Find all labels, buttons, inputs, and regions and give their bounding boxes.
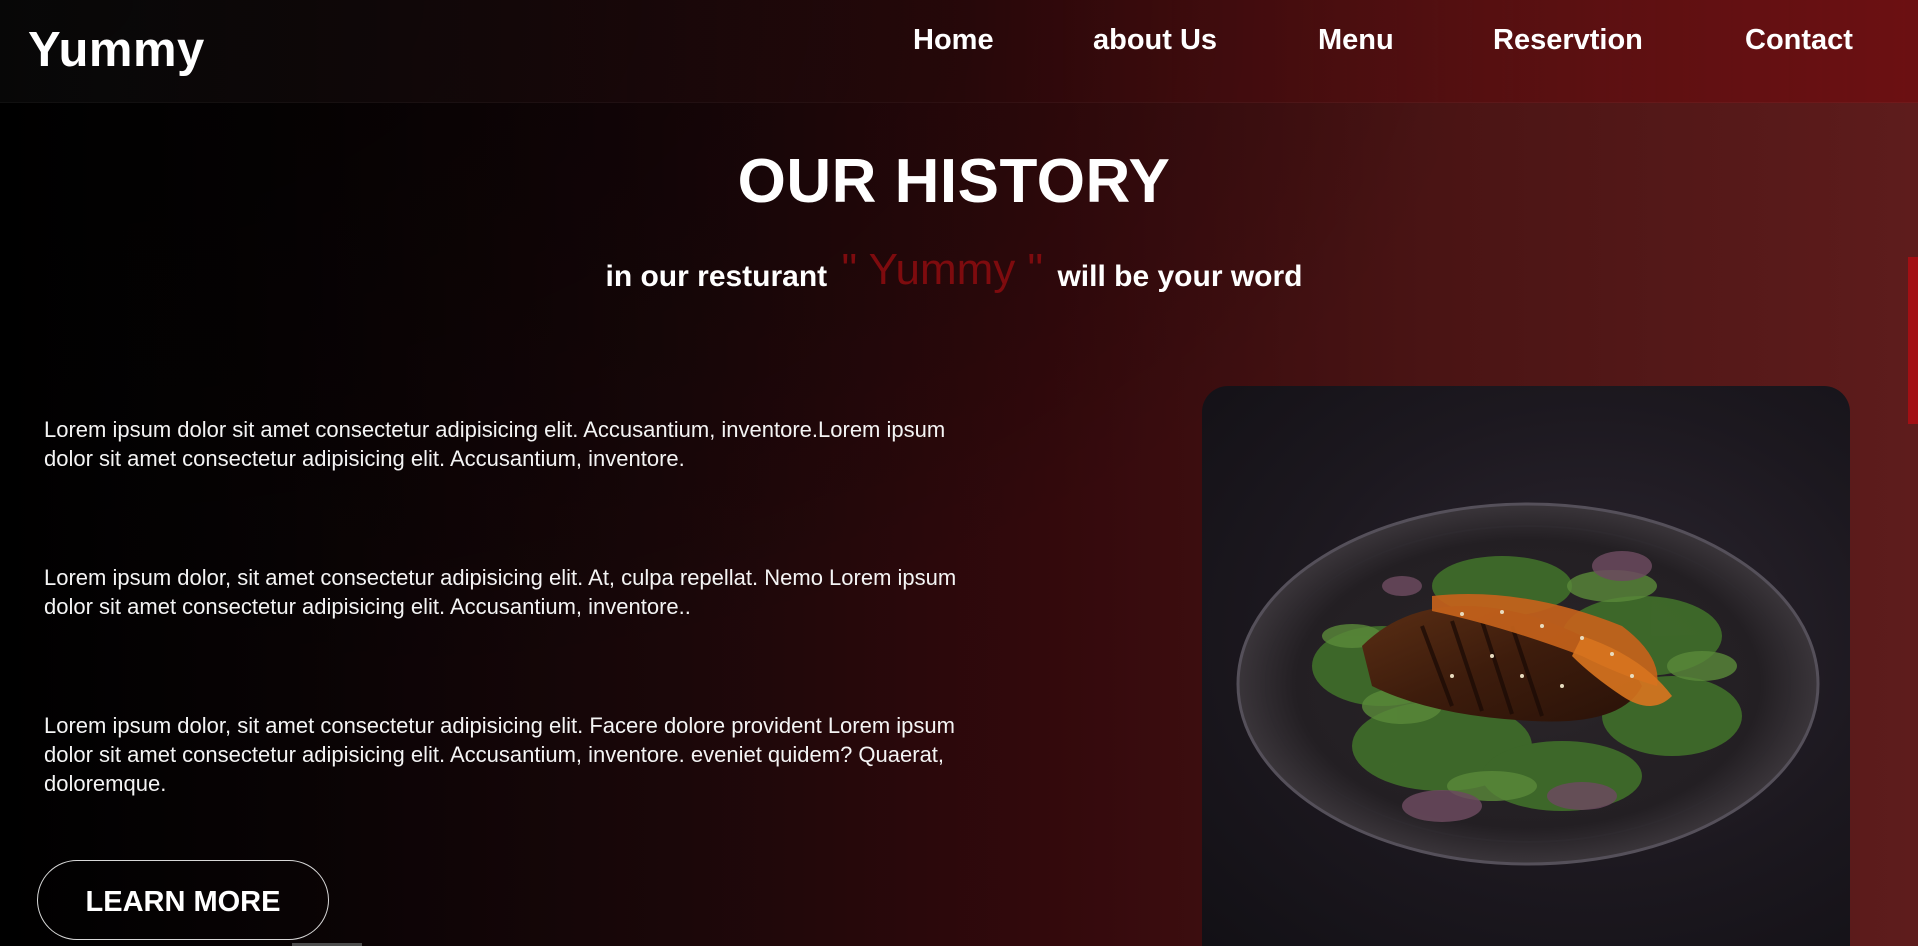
history-paragraph-1: Lorem ipsum dolor sit amet consectetur a… — [44, 417, 946, 471]
nav-item-menu[interactable]: Menu — [1318, 24, 1394, 57]
history-paragraph-3: Lorem ipsum dolor, sit amet consectetur … — [44, 713, 955, 796]
history-paragraph-2: Lorem ipsum dolor, sit amet consectetur … — [44, 565, 957, 619]
section-subtitle: in our resturant " Yummy " will be your … — [0, 245, 1908, 295]
learn-more-button[interactable]: LEARN MORE — [37, 860, 329, 940]
grilled-chicken-salad-plate-image — [1236, 502, 1820, 866]
nav-item-home[interactable]: Home — [913, 24, 994, 57]
section-title: OUR HISTORY — [737, 147, 1171, 216]
site-header: Yummy Home about Us Menu Reservtion Cont… — [0, 0, 1918, 103]
page: Yummy Home about Us Menu Reservtion Cont… — [0, 0, 1918, 946]
nav-item-about-us[interactable]: about Us — [1093, 24, 1217, 57]
main-nav: Home about Us Menu Reservtion Contact — [0, 24, 1918, 64]
scrollbar[interactable] — [1908, 102, 1918, 946]
nav-item-reservation[interactable]: Reservtion — [1493, 24, 1643, 57]
scrollbar-thumb[interactable] — [1908, 257, 1918, 424]
nav-item-contact[interactable]: Contact — [1745, 24, 1853, 57]
subtitle-brand: " Yummy " — [841, 245, 1044, 294]
subtitle-prefix: in our resturant — [605, 260, 828, 293]
subtitle-suffix: will be your word — [1057, 260, 1303, 293]
dish-image — [1202, 386, 1850, 946]
